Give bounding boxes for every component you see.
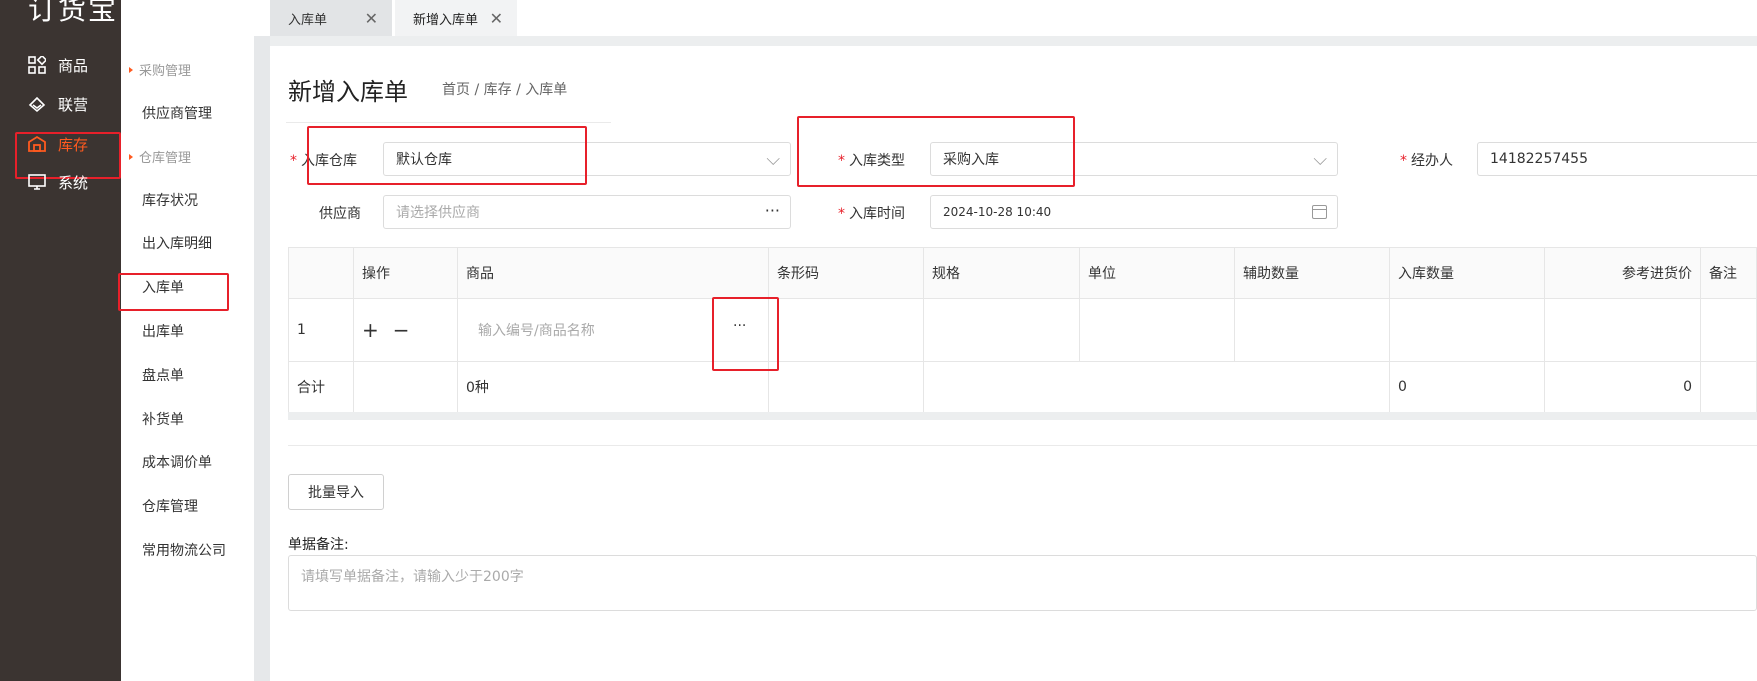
chevron-down-icon: ⌵ — [766, 149, 780, 170]
sidebar-item-label: 联营 — [58, 95, 89, 114]
caret-right-icon — [129, 66, 133, 73]
title-underline — [286, 122, 611, 123]
tab-inbound-list[interactable]: 入库单 ✕ — [270, 0, 392, 36]
main-sidebar: 订货宝 商品 联营 库存 系统 — [0, 0, 121, 681]
barcode-cell — [768, 298, 924, 362]
items-table: 操作 商品 条形码 规格 单位 辅助数量 入库数量 参考进货价 备注 1 + − … — [288, 247, 1757, 413]
col-inbound-qty: 入库数量 — [1389, 247, 1545, 299]
submenu-item-logistics[interactable]: 常用物流公司 — [142, 540, 226, 560]
col-aux-qty: 辅助数量 — [1234, 247, 1390, 299]
tab-label: 新增入库单 — [413, 12, 479, 28]
inbound-time-picker[interactable]: 2024-10-28 10:40 — [930, 195, 1338, 229]
monitor-icon — [28, 173, 46, 191]
summary-empty — [768, 361, 924, 413]
app-logo: 订货宝 — [28, 0, 119, 26]
submenu-group-purchase[interactable]: 采购管理 — [129, 60, 191, 79]
submenu-item-warehouse-mgmt[interactable]: 仓库管理 — [142, 496, 198, 516]
highlight-box — [307, 126, 587, 185]
submenu-item-io-detail[interactable]: 出入库明细 — [142, 233, 212, 253]
inbound-qty-cell[interactable] — [1389, 298, 1545, 362]
sidebar-item-joint[interactable]: 联营 — [0, 82, 121, 126]
aux-qty-cell[interactable] — [1234, 298, 1390, 362]
inbound-time-label: * 入库时间 — [838, 206, 905, 222]
submenu-group-warehouse[interactable]: 仓库管理 — [129, 147, 191, 166]
col-product: 商品 — [457, 247, 769, 299]
close-icon[interactable]: ✕ — [365, 9, 378, 28]
summary-empty — [1700, 361, 1757, 413]
section-divider — [288, 445, 1757, 446]
tab-label: 入库单 — [288, 12, 328, 28]
submenu-item-stock-status[interactable]: 库存状况 — [142, 190, 198, 210]
highlight-box — [797, 116, 1075, 187]
summary-qty: 0 — [1389, 361, 1545, 413]
col-remark: 备注 — [1700, 247, 1757, 299]
sidebar-item-system[interactable]: 系统 — [0, 160, 121, 204]
close-icon[interactable]: ✕ — [490, 9, 503, 28]
spec-cell — [923, 298, 1080, 362]
summary-price: 0 — [1544, 361, 1701, 413]
submenu-item-replenish[interactable]: 补货单 — [142, 409, 184, 429]
unit-cell — [1079, 298, 1235, 362]
chevron-down-icon: ⌵ — [1313, 149, 1327, 170]
row-index: 1 — [288, 298, 354, 362]
highlight-box — [712, 297, 779, 371]
tab-new-inbound[interactable]: 新增入库单 ✕ — [395, 0, 517, 36]
caret-right-icon — [129, 153, 133, 160]
remark-textarea[interactable]: 请填写单据备注，请输入少于200字 — [288, 555, 1757, 611]
grid-icon — [28, 56, 46, 74]
handshake-icon — [28, 95, 46, 113]
remark-label: 单据备注: — [288, 537, 349, 553]
add-row-button[interactable]: + — [362, 318, 379, 342]
remark-cell[interactable] — [1700, 298, 1757, 362]
tab-bar-divider — [121, 36, 1757, 46]
table-row: 1 + − 输入编号/商品名称 — [288, 298, 1757, 362]
calendar-icon — [1312, 205, 1327, 219]
row-actions: + − — [353, 298, 458, 362]
col-ref-price: 参考进货价 — [1544, 247, 1701, 299]
sidebar-item-label: 商品 — [58, 56, 89, 75]
page-title: 新增入库单 — [288, 78, 408, 106]
supplier-picker[interactable]: 请选择供应商 ··· — [383, 195, 791, 229]
submenu-item-cost-adjust[interactable]: 成本调价单 — [142, 452, 212, 472]
sidebar-item-label: 系统 — [58, 173, 89, 192]
sidebar-item-products[interactable]: 商品 — [0, 43, 121, 87]
ref-price-cell[interactable] — [1544, 298, 1701, 362]
table-scrollbar[interactable] — [288, 412, 1757, 420]
col-index — [288, 247, 354, 299]
submenu-item-outbound[interactable]: 出库单 — [142, 321, 184, 341]
table-header-row: 操作 商品 条形码 规格 单位 辅助数量 入库数量 参考进货价 备注 — [288, 247, 1757, 299]
summary-empty — [353, 361, 458, 413]
supplier-label: 供应商 — [319, 206, 361, 222]
col-actions: 操作 — [353, 247, 458, 299]
col-barcode: 条形码 — [768, 247, 924, 299]
summary-empty — [923, 361, 1390, 413]
col-unit: 单位 — [1079, 247, 1235, 299]
layout-gutter — [254, 36, 270, 681]
summary-label: 合计 — [288, 361, 354, 413]
more-icon[interactable]: ··· — [765, 201, 780, 220]
breadcrumb[interactable]: 首页 / 库存 / 入库单 — [442, 79, 567, 99]
handler-label: * 经办人 — [1400, 153, 1453, 169]
submenu-item-stocktake[interactable]: 盘点单 — [142, 365, 184, 385]
batch-import-button[interactable]: 批量导入 — [288, 474, 384, 510]
table-summary-row: 合计 0种 0 0 — [288, 361, 1757, 413]
submenu-item-supplier[interactable]: 供应商管理 — [142, 103, 212, 123]
highlight-box — [118, 273, 229, 311]
handler-field[interactable]: 14182257455 — [1477, 142, 1757, 176]
remove-row-button[interactable]: − — [393, 318, 410, 342]
submenu-panel: 采购管理 供应商管理 仓库管理 库存状况 出入库明细 入库单 出库单 盘点单 补… — [121, 36, 254, 681]
col-spec: 规格 — [923, 247, 1080, 299]
